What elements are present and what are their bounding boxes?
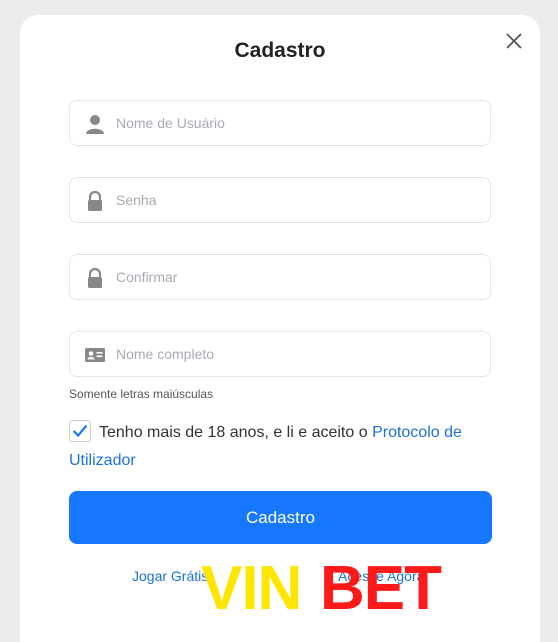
- lock-icon: [88, 267, 102, 288]
- close-icon[interactable]: [502, 29, 526, 53]
- confirm-password-input[interactable]: [116, 255, 476, 299]
- user-icon: [86, 115, 104, 134]
- agreement-checkbox[interactable]: [69, 420, 91, 442]
- password-field[interactable]: [69, 177, 491, 223]
- agreement-row: Tenho mais de 18 anos, e li e aceito o P…: [69, 419, 499, 475]
- fullname-hint: Somente letras maiúsculas: [69, 387, 214, 401]
- username-input[interactable]: [116, 101, 476, 145]
- register-button[interactable]: Cadastro: [69, 491, 492, 544]
- register-dialog: Cadastro Nome de Usuário Nome completo S…: [20, 15, 540, 642]
- id-card-icon: [85, 348, 105, 362]
- agreement-text: Tenho mais de 18 anos, e li e aceito o: [99, 424, 373, 441]
- watermark-bet: BET: [320, 554, 442, 623]
- watermark-vin: VIN: [201, 554, 302, 623]
- fullname-input[interactable]: [116, 332, 476, 376]
- password-input[interactable]: [116, 178, 476, 222]
- play-free-link[interactable]: Jogar Grátis: [132, 568, 208, 584]
- username-field[interactable]: [69, 100, 491, 146]
- checkmark-icon: [72, 424, 88, 438]
- fullname-field[interactable]: [69, 331, 491, 377]
- lock-icon: [88, 190, 102, 211]
- confirm-password-field[interactable]: [69, 254, 491, 300]
- dialog-title: Cadastro: [234, 39, 326, 62]
